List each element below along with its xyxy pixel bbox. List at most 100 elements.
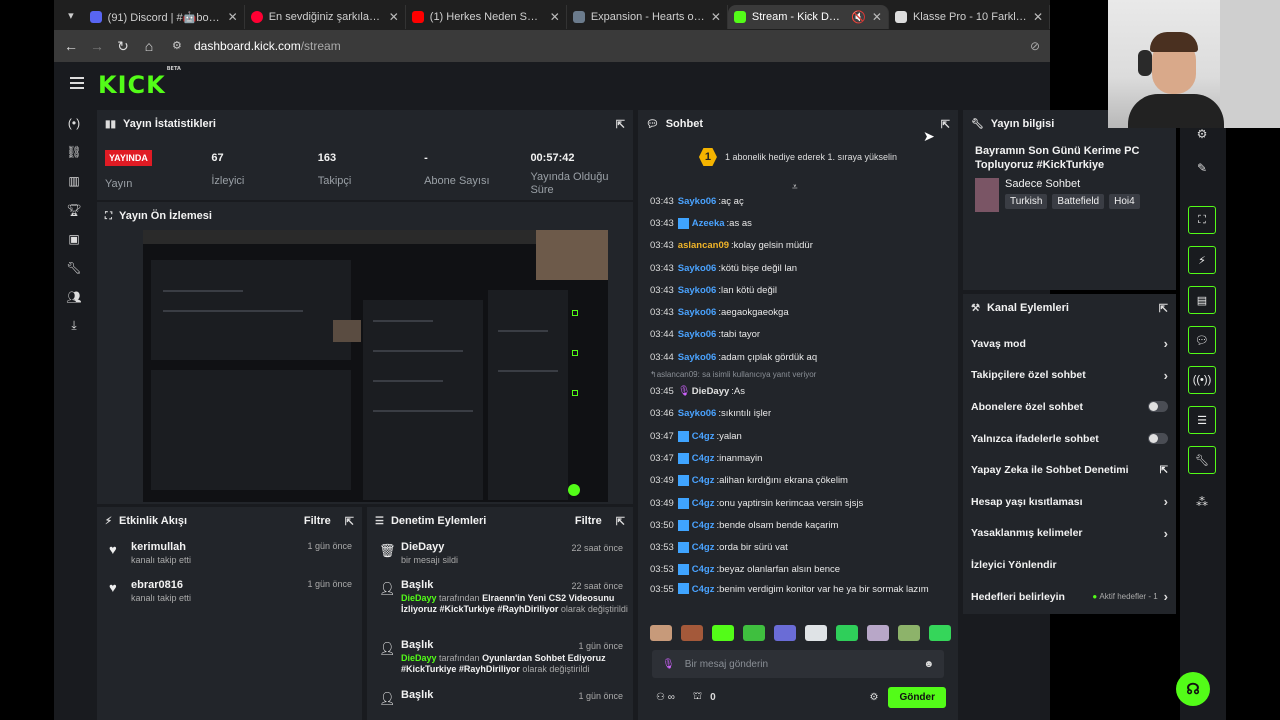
message-username[interactable]: Sayko06 <box>678 352 717 363</box>
message-username[interactable]: Sayko06 <box>678 263 717 274</box>
emote[interactable] <box>805 625 827 641</box>
browser-tab[interactable]: Expansion - Hearts of Iron IV W ✕ <box>567 5 728 29</box>
gift-icon[interactable]: ⛫ <box>693 691 702 704</box>
site-info-icon[interactable]: ⚙ <box>172 39 186 53</box>
message-username[interactable]: DieDayy <box>692 386 730 397</box>
follower-name[interactable]: ebrar0816 <box>131 579 183 591</box>
popout-icon[interactable]: ⇱ <box>1159 302 1168 315</box>
pencil-icon[interactable]: ✎ <box>1188 154 1216 182</box>
emote[interactable] <box>898 625 920 641</box>
filter-button[interactable]: Filtre <box>304 515 331 527</box>
browser-tab[interactable]: Klasse Pro - 10 Farklı Model Ş ✕ <box>889 5 1051 29</box>
slow-mode-item[interactable]: Yavaş mod › <box>963 328 1176 360</box>
settings-icon[interactable]: ⚙ <box>869 692 878 703</box>
url-field[interactable]: ⚙ dashboard.kick.com/stream <box>172 39 341 53</box>
emoji-icon[interactable]: ☻ <box>923 659 934 670</box>
close-icon[interactable]: ✕ <box>550 10 560 24</box>
stream-preview-video[interactable] <box>143 230 608 502</box>
close-icon[interactable]: ✕ <box>228 10 238 24</box>
banned-words-item[interactable]: Yasaklanmış kelimeler › <box>963 518 1176 550</box>
message-username[interactable]: C4gz <box>692 475 715 486</box>
message-username[interactable]: Sayko06 <box>678 329 717 340</box>
emote[interactable] <box>650 625 672 641</box>
message-username[interactable]: C4gz <box>692 431 715 442</box>
popout-icon[interactable]: ⇱ <box>941 118 950 131</box>
message-username[interactable]: Sayko06 <box>678 196 717 207</box>
wrench-icon[interactable]: 🔧︎ <box>54 253 94 282</box>
message-username[interactable]: Azeeka <box>692 218 725 229</box>
emote[interactable] <box>681 625 703 641</box>
close-icon[interactable]: ✕ <box>1033 10 1043 24</box>
link-icon[interactable]: ⛓ <box>54 137 94 166</box>
browser-tab[interactable]: (91) Discord | #🤖bot-komut ✕ <box>84 5 245 29</box>
home-icon[interactable]: ⌂ <box>136 38 162 54</box>
goals-item[interactable]: Hedefleri belirleyin ● Aktif hedefler - 1… <box>963 581 1176 613</box>
apps-icon[interactable]: ⁂ <box>1188 488 1216 516</box>
emote[interactable] <box>836 625 858 641</box>
preview-dock-button[interactable]: ⛶ <box>1188 206 1216 234</box>
message-username[interactable]: C4gz <box>692 453 715 464</box>
send-button[interactable]: Gönder <box>888 686 946 708</box>
chat-input-placeholder: Bir mesaj gönderin <box>684 658 769 670</box>
broadcast-dock-button[interactable]: ((•)) <box>1188 366 1216 394</box>
mute-icon[interactable]: 🔇 <box>851 10 866 24</box>
stats-dock-button[interactable]: ▤ <box>1188 286 1216 314</box>
pinned-gift-banner[interactable]: 1 1 abonelik hediye ederek 1. sıraya yük… <box>650 142 946 172</box>
message-username[interactable]: Sayko06 <box>678 408 717 419</box>
ai-moderation-item[interactable]: Yapay Zeka ile Sohbet Denetimi ⇱ <box>963 454 1176 486</box>
followers-only-item[interactable]: Takipçilere özel sohbet › <box>963 360 1176 392</box>
download-icon[interactable]: ⤓ <box>54 311 94 340</box>
emote[interactable] <box>712 625 734 641</box>
media-icon[interactable]: ▣ <box>54 224 94 253</box>
menu-icon[interactable] <box>70 77 84 89</box>
subs-only-toggle[interactable] <box>1148 401 1168 413</box>
chat-dock-button[interactable]: 💬︎ <box>1188 326 1216 354</box>
message-username[interactable]: Sayko06 <box>678 307 717 318</box>
emote[interactable] <box>774 625 796 641</box>
message-username[interactable]: C4gz <box>692 564 715 575</box>
message-username[interactable]: C4gz <box>692 583 715 597</box>
help-button[interactable]: ☊ <box>1176 672 1210 706</box>
close-icon[interactable]: ✕ <box>711 10 721 24</box>
message-username[interactable]: C4gz <box>692 498 715 509</box>
message-username[interactable]: C4gz <box>692 542 715 553</box>
filter-button[interactable]: Filtre <box>575 515 602 527</box>
close-icon[interactable]: ✕ <box>389 10 399 24</box>
browser-tab[interactable]: (1) Herkes Neden Spotify'ı Terk ✕ <box>406 5 567 29</box>
message-username[interactable]: aslancan09 <box>678 240 729 251</box>
emote[interactable] <box>867 625 889 641</box>
forward-icon[interactable]: → <box>84 38 110 54</box>
users-infinity-icon[interactable]: ⚇ ∞ <box>656 692 675 703</box>
pinned-text: 1 abonelik hediye ederek 1. sıraya yükse… <box>724 152 898 162</box>
message-username[interactable]: C4gz <box>692 520 715 531</box>
reload-icon[interactable]: ↻ <box>110 38 136 55</box>
stream-icon[interactable]: (•) <box>54 108 94 137</box>
bolt-dock-button[interactable]: ⚡︎ <box>1188 246 1216 274</box>
users-icon[interactable]: 👥︎ <box>54 282 94 311</box>
trophy-icon[interactable]: 🏆︎ <box>54 195 94 224</box>
eye-off-icon[interactable]: ⊘ <box>1030 39 1040 53</box>
message-username[interactable]: Sayko06 <box>678 285 717 296</box>
wrench-dock-button[interactable]: 🔧︎ <box>1188 446 1216 474</box>
tab-search-icon[interactable]: ▾ <box>58 4 84 26</box>
back-icon[interactable]: ← <box>58 38 84 54</box>
chat-message: 03:49 C4gz: onu yaptirsin kerimcaa versin… <box>638 492 958 514</box>
analytics-icon[interactable]: ▥ <box>54 166 94 195</box>
browser-tab-active[interactable]: Stream - Kick Dashboard 🔇 ✕ <box>727 5 889 29</box>
close-icon[interactable]: ✕ <box>872 10 882 24</box>
emote[interactable] <box>743 625 765 641</box>
raid-item[interactable]: İzleyici Yönlendir <box>963 549 1176 581</box>
browser-tab[interactable]: En sevdiğiniz şarkılar ve albüm ✕ <box>245 5 406 29</box>
popout-icon[interactable]: ⇱ <box>345 515 354 528</box>
account-age-item[interactable]: Hesap yaşı kısıtlaması › <box>963 486 1176 518</box>
emotes-only-toggle[interactable] <box>1148 433 1168 445</box>
moderation-dock-button[interactable]: ☰ <box>1188 406 1216 434</box>
popout-icon[interactable]: ⇱ <box>616 515 625 528</box>
kick-logo[interactable]: KICKBETA <box>98 66 181 99</box>
popout-icon[interactable]: ⇱ <box>616 118 625 131</box>
chat-input[interactable]: 🎙︎ Bir mesaj gönderin ☻ <box>652 650 944 678</box>
emote[interactable] <box>929 625 951 641</box>
mic-icon[interactable]: 🎙︎ <box>662 659 675 670</box>
chat-counter: 0 <box>710 691 716 703</box>
follower-name[interactable]: kerimullah <box>131 541 186 553</box>
